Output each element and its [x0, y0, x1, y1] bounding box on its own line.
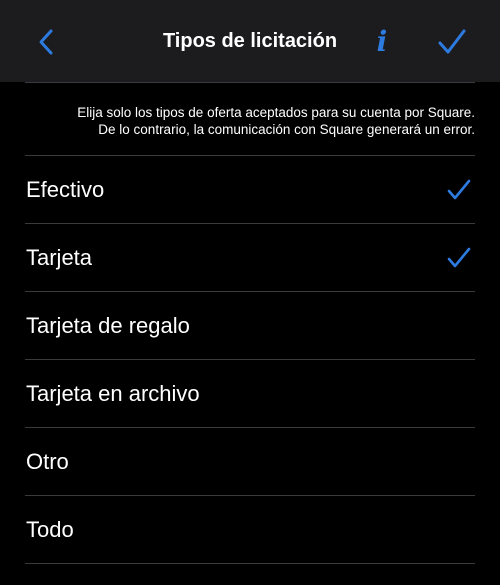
notice-line-1: Elija solo los tipos de oferta aceptados… — [77, 105, 475, 120]
tender-type-list: Efectivo Tarjeta Tarjeta de regalo Tarje… — [0, 156, 500, 564]
info-icon: i — [376, 25, 388, 58]
tender-row-tarjeta-de-regalo[interactable]: Tarjeta de regalo — [0, 292, 500, 360]
tender-label: Efectivo — [26, 177, 105, 202]
done-button[interactable] — [430, 20, 474, 64]
info-button[interactable]: i — [360, 20, 404, 64]
tender-row-otro[interactable]: Otro — [0, 428, 500, 496]
back-button[interactable] — [24, 20, 68, 64]
page-title: Tipos de licitación — [162, 29, 338, 52]
tender-row-efectivo[interactable]: Efectivo — [0, 156, 500, 224]
tender-row-todo[interactable]: Todo — [0, 496, 500, 564]
navigation-bar: Tipos de licitación i — [0, 0, 500, 82]
tender-row-tarjeta-en-archivo[interactable]: Tarjeta en archivo — [0, 360, 500, 428]
checkmark-icon — [447, 247, 471, 268]
tender-row-tarjeta[interactable]: Tarjeta — [0, 224, 500, 292]
notice-line-2: De lo contrario, la comunicación con Squ… — [98, 122, 475, 137]
divider — [25, 82, 475, 83]
checkmark-icon — [447, 179, 471, 200]
notice-text: Elija solo los tipos de oferta aceptados… — [20, 104, 475, 138]
tender-label: Tarjeta en archivo — [26, 381, 200, 406]
tender-label: Tarjeta — [26, 245, 93, 270]
divider — [25, 563, 475, 564]
chevron-left-icon — [39, 29, 53, 55]
tender-label: Todo — [26, 517, 74, 542]
tender-label: Tarjeta de regalo — [26, 313, 190, 338]
tender-label: Otro — [26, 449, 69, 474]
checkmark-icon — [438, 29, 466, 54]
